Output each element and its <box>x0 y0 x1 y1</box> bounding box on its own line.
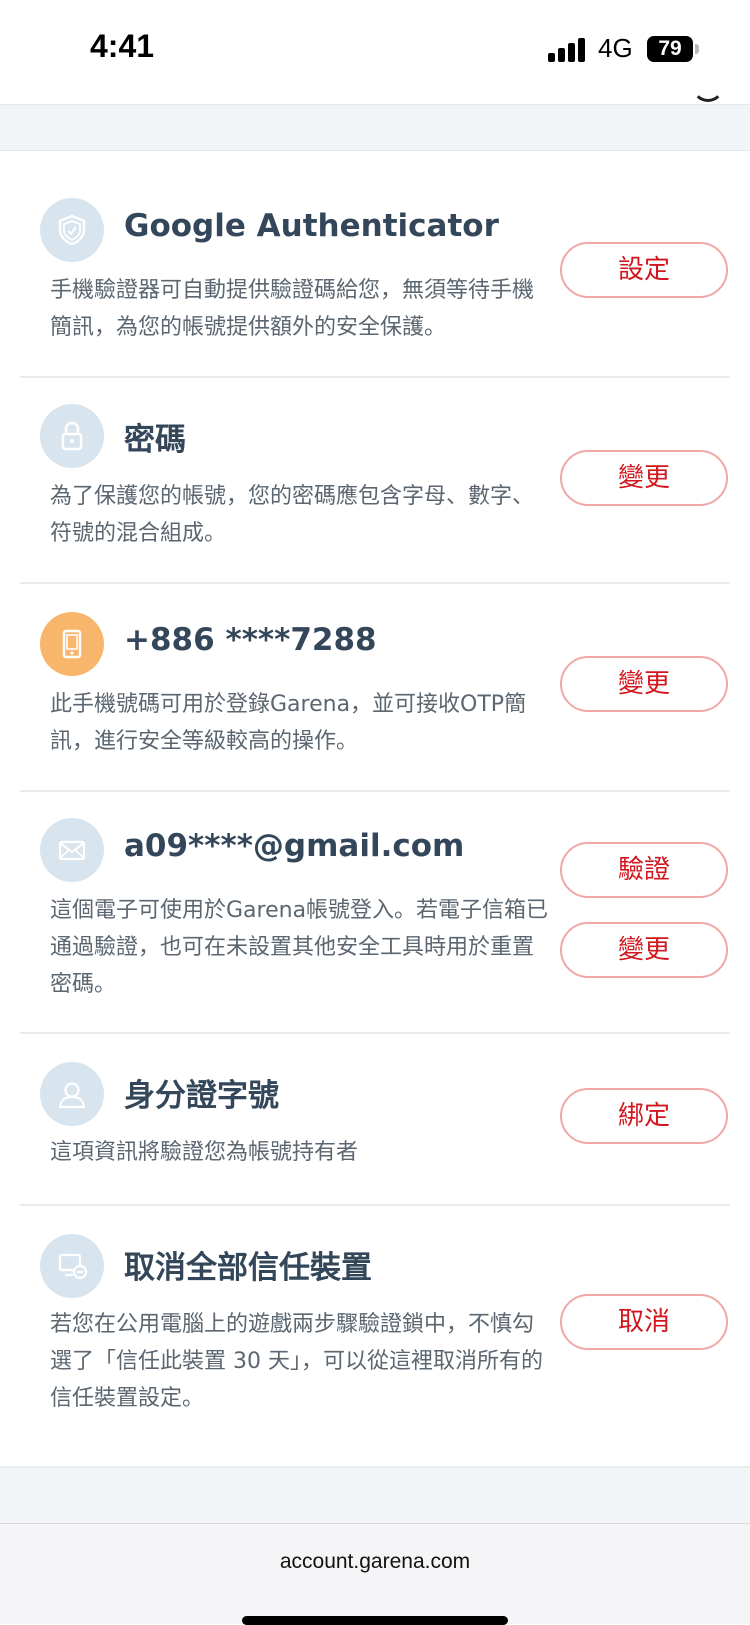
status-bar: 4:41 4G 79 <box>0 0 750 102</box>
signal-icon <box>548 38 588 62</box>
browser-address-bar[interactable]: account.garena.com <box>0 1523 750 1625</box>
verify-email-button[interactable]: 驗證 <box>560 842 728 898</box>
status-time: 4:41 <box>90 28 155 64</box>
security-item-trusted-devices: 取消全部信任裝置 若您在公用電腦上的遊戲兩步驟驗證鎖中，不慎勾選了「信任此裝置 … <box>20 1206 730 1464</box>
battery-tip <box>695 44 699 54</box>
lock-icon <box>40 404 104 468</box>
network-type: 4G <box>598 33 633 63</box>
security-item-id-number: 身分證字號 這項資訊將驗證您為帳號持有者 綁定 <box>20 1034 730 1206</box>
item-description: 這個電子可使用於Garena帳號登入。若電子信箱已通過驗證，也可在未設置其他安全… <box>50 898 549 997</box>
shield-icon <box>40 198 104 262</box>
mail-icon <box>40 818 104 882</box>
menu-icon[interactable] <box>692 70 724 102</box>
item-description: 此手機號碼可用於登錄Garena，並可接收OTP簡訊，進行安全等級較高的操作。 <box>50 692 527 754</box>
security-item-authenticator: Google Authenticator 手機驗證器可自動提供驗證碼給您，無須等… <box>20 150 730 378</box>
home-indicator <box>242 1616 508 1625</box>
phone-icon <box>40 612 104 676</box>
device-remove-icon <box>40 1234 104 1298</box>
security-item-password: 密碼 為了保護您的帳號，您的密碼應包含字母、數字、符號的混合組成。 變更 <box>20 378 730 584</box>
page-footer <box>0 1466 750 1526</box>
item-title: +886 ****7288 <box>124 622 377 658</box>
id-person-icon <box>40 1062 104 1126</box>
security-item-email: a09****@gmail.com 這個電子可使用於Garena帳號登入。若電子… <box>20 792 730 1034</box>
item-title: 取消全部信任裝置 <box>124 1250 372 1286</box>
change-phone-button[interactable]: 變更 <box>560 656 728 712</box>
item-title: a09****@gmail.com <box>124 828 465 864</box>
battery-icon: 79 <box>647 36 693 62</box>
change-password-button[interactable]: 變更 <box>560 450 728 506</box>
item-description: 為了保護您的帳號，您的密碼應包含字母、數字、符號的混合組成。 <box>50 484 535 546</box>
item-title: Google Authenticator <box>124 208 499 244</box>
item-description: 若您在公用電腦上的遊戲兩步驟驗證鎖中，不慎勾選了「信任此裝置 30 天」，可以從… <box>50 1312 543 1411</box>
cancel-trusted-devices-button[interactable]: 取消 <box>560 1294 728 1350</box>
bind-id-button[interactable]: 綁定 <box>560 1088 728 1144</box>
section-divider <box>0 104 750 151</box>
item-description: 這項資訊將驗證您為帳號持有者 <box>50 1140 359 1165</box>
item-description: 手機驗證器可自動提供驗證碼給您，無須等待手機簡訊，為您的帳號提供額外的安全保護。 <box>50 278 535 340</box>
item-title: 身分證字號 <box>124 1078 279 1114</box>
security-item-phone: +886 ****7288 此手機號碼可用於登錄Garena，並可接收OTP簡訊… <box>20 584 730 792</box>
change-email-button[interactable]: 變更 <box>560 922 728 978</box>
url-text[interactable]: account.garena.com <box>0 1550 750 1574</box>
item-title: 密碼 <box>124 422 186 458</box>
setup-button[interactable]: 設定 <box>560 242 728 298</box>
